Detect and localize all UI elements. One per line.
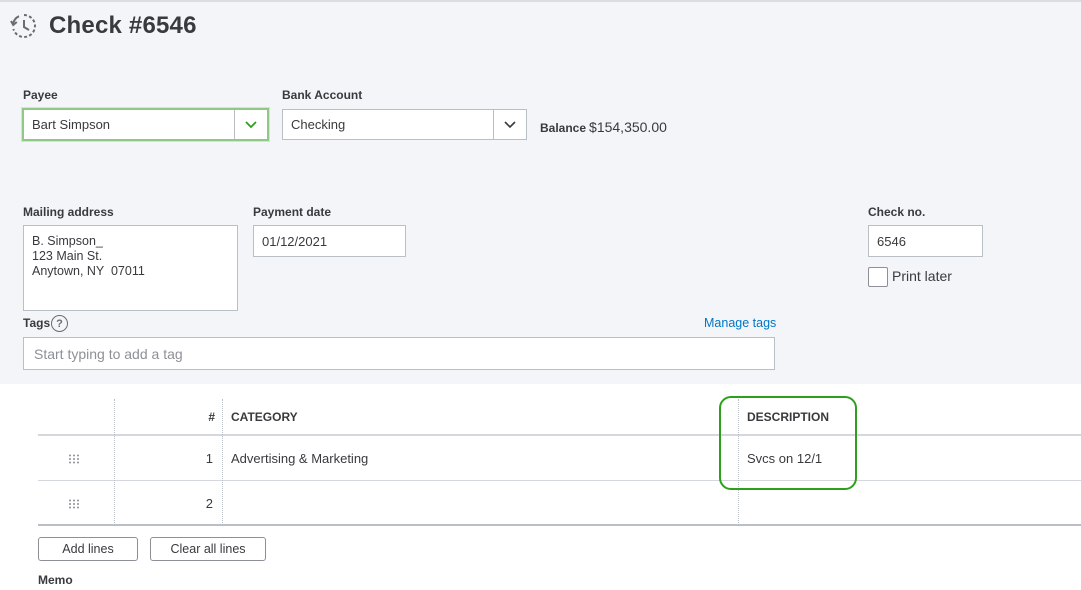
memo-label: Memo (38, 573, 73, 587)
category-details-table: # CATEGORY DESCRIPTION 1 Advertising & M… (38, 399, 1081, 527)
table-row[interactable]: 1 Advertising & Marketing Svcs on 12/1 (38, 436, 1081, 481)
check-no-input[interactable]: 6546 (868, 225, 983, 257)
bank-account-dropdown-button[interactable] (493, 110, 526, 139)
description-highlight-box (719, 396, 857, 490)
row-number: 2 (205, 496, 213, 511)
print-later-label: Print later (892, 268, 952, 284)
clear-all-lines-button[interactable]: Clear all lines (150, 537, 266, 561)
page-title: Check #6546 (49, 12, 197, 39)
payee-dropdown-button[interactable] (234, 110, 267, 139)
tags-input[interactable]: Start typing to add a tag (23, 337, 775, 370)
form-header-band (0, 0, 1081, 384)
table-row[interactable]: 2 (38, 481, 1081, 526)
row-number: 1 (205, 451, 213, 466)
address-line-2: 123 Main St. (32, 249, 103, 263)
print-later-checkbox[interactable] (868, 267, 888, 287)
address-line-3: Anytown, NY 07011 (32, 264, 145, 278)
payment-date-input[interactable]: 01/12/2021 (253, 225, 406, 257)
balance-value: $154,350.00 (589, 119, 667, 135)
check-no-label: Check no. (868, 205, 926, 219)
tags-label: Tags (23, 316, 51, 330)
chevron-down-icon (504, 120, 516, 128)
add-lines-button[interactable]: Add lines (38, 537, 138, 561)
row-category[interactable]: Advertising & Marketing (231, 451, 368, 466)
drag-handle-icon[interactable] (68, 499, 80, 509)
drag-handle-icon[interactable] (68, 454, 80, 464)
column-divider (114, 399, 115, 525)
column-header-number: # (208, 410, 215, 424)
page-header: Check #6546 (10, 12, 197, 40)
column-divider (222, 399, 223, 525)
bank-account-label: Bank Account (282, 88, 363, 102)
payee-label: Payee (23, 88, 58, 102)
payment-date-label: Payment date (253, 205, 332, 219)
column-header-category[interactable]: CATEGORY (231, 410, 298, 424)
address-line-1: B. Simpson_ (32, 234, 103, 248)
payee-value: Bart Simpson (32, 117, 111, 132)
balance-display: Balance $154,350.00 (540, 119, 667, 135)
balance-label: Balance (540, 121, 587, 135)
mailing-address-textarea[interactable]: B. Simpson_ 123 Main St. Anytown, NY 070… (23, 225, 238, 311)
payee-select[interactable]: Bart Simpson (22, 108, 269, 141)
mailing-address-label: Mailing address (23, 205, 114, 219)
table-header-row: # CATEGORY DESCRIPTION (38, 399, 1081, 436)
chevron-down-icon (245, 120, 257, 128)
manage-tags-link[interactable]: Manage tags (704, 316, 776, 330)
help-icon[interactable]: ? (51, 315, 68, 332)
bank-account-select[interactable]: Checking (282, 109, 527, 140)
recurring-clock-icon[interactable] (10, 12, 38, 40)
bank-account-value: Checking (291, 117, 346, 132)
